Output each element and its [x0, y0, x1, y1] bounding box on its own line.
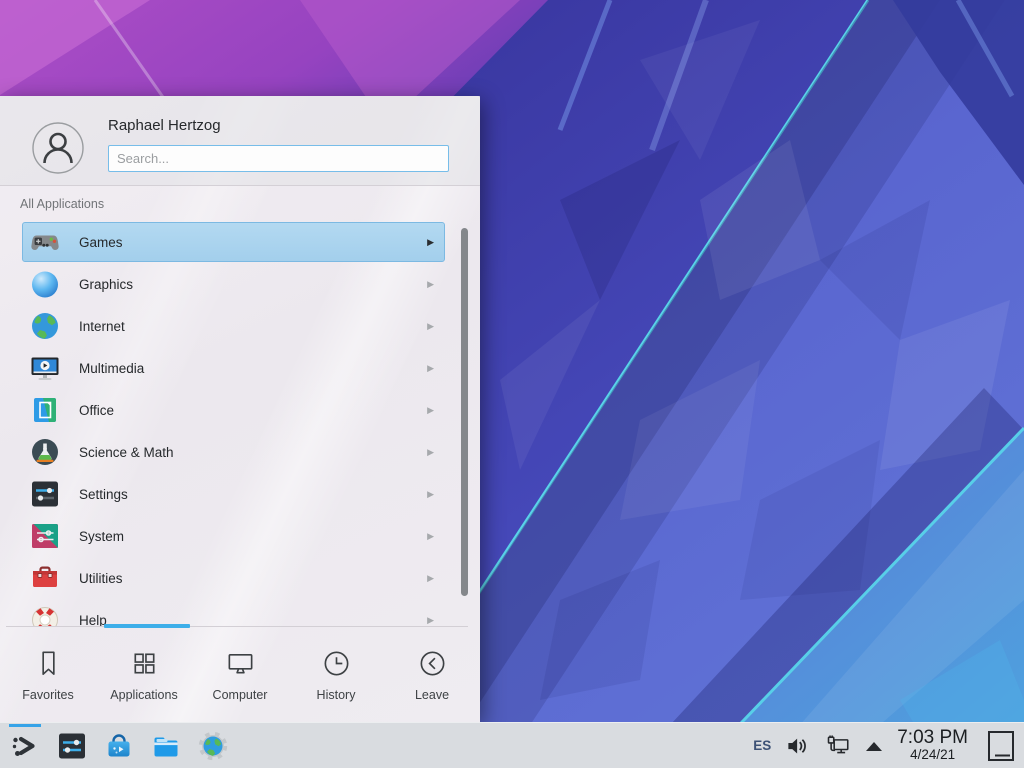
- show-desktop-icon: [986, 729, 1016, 763]
- system-tray: ES: [753, 723, 1016, 768]
- clock-time: 7:03 PM: [897, 728, 968, 749]
- category-utilities[interactable]: Utilities ▶: [22, 558, 445, 598]
- show-desktop-button[interactable]: [986, 729, 1016, 763]
- category-label: Science & Math: [79, 445, 174, 460]
- user-name: Raphael Hertzog: [108, 117, 221, 134]
- submenu-arrow-icon: ▶: [427, 279, 434, 290]
- settings-icon: [29, 478, 61, 510]
- launcher-header: Raphael Hertzog: [0, 96, 480, 186]
- clock-icon: [321, 648, 352, 679]
- category-label: System: [79, 529, 124, 544]
- graphics-icon: [29, 268, 61, 300]
- category-label: Games: [79, 235, 123, 250]
- tab-applications[interactable]: Applications: [96, 630, 192, 720]
- category-graphics[interactable]: Graphics ▶: [22, 264, 445, 304]
- submenu-arrow-icon: ▶: [427, 615, 434, 626]
- category-label: Utilities: [79, 571, 123, 586]
- category-label: Multimedia: [79, 361, 144, 376]
- system-settings-icon: [56, 730, 88, 762]
- multimedia-icon: [29, 352, 61, 384]
- taskbar-file-manager-button[interactable]: [149, 723, 183, 768]
- category-settings[interactable]: Settings ▶: [22, 474, 445, 514]
- discover-icon: [103, 730, 135, 762]
- keyboard-layout-indicator[interactable]: ES: [753, 738, 771, 753]
- tabbar-divider: [6, 626, 468, 627]
- tab-history[interactable]: History: [288, 630, 384, 720]
- category-label: Graphics: [79, 277, 133, 292]
- category-list: Games ▶ Graphics ▶: [22, 222, 445, 626]
- category-system[interactable]: System ▶: [22, 516, 445, 556]
- scrollbar-thumb[interactable]: [461, 228, 468, 596]
- submenu-arrow-icon: ▶: [427, 573, 434, 584]
- games-icon: [29, 226, 61, 258]
- taskbar-system-settings-button[interactable]: [55, 723, 89, 768]
- submenu-arrow-icon: ▶: [427, 405, 434, 416]
- category-label: Office: [79, 403, 114, 418]
- computer-icon: [225, 648, 256, 679]
- leave-icon: [417, 648, 448, 679]
- category-help[interactable]: Help ▶: [22, 600, 445, 626]
- desktop: Raphael Hertzog All Applications Games ▶: [0, 0, 1024, 768]
- category-office[interactable]: Office ▶: [22, 390, 445, 430]
- submenu-arrow-icon: ▶: [427, 237, 434, 248]
- volume-icon[interactable]: [784, 732, 812, 760]
- submenu-arrow-icon: ▶: [427, 363, 434, 374]
- internet-icon: [29, 310, 61, 342]
- application-launcher-popup: Raphael Hertzog All Applications Games ▶: [0, 96, 480, 722]
- bookmark-icon: [33, 648, 64, 679]
- network-icon[interactable]: [825, 732, 853, 760]
- taskbar-launcher-button[interactable]: [8, 723, 42, 768]
- grid-icon: [129, 648, 160, 679]
- user-avatar[interactable]: [32, 122, 84, 174]
- submenu-arrow-icon: ▶: [427, 531, 434, 542]
- submenu-arrow-icon: ▶: [427, 489, 434, 500]
- active-tab-indicator: [104, 624, 190, 628]
- system-icon: [29, 520, 61, 552]
- utilities-icon: [29, 562, 61, 594]
- category-science-math[interactable]: Science & Math ▶: [22, 432, 445, 472]
- launcher-tabbar: Favorites Applications Computer: [0, 630, 480, 720]
- category-label: Internet: [79, 319, 125, 334]
- expand-tray-icon[interactable]: [866, 742, 882, 751]
- submenu-arrow-icon: ▶: [427, 447, 434, 458]
- tab-leave[interactable]: Leave: [384, 630, 480, 720]
- clock-date: 4/24/21: [897, 748, 968, 763]
- category-label: Help: [79, 613, 107, 627]
- folder-icon: [150, 730, 182, 762]
- science-math-icon: [29, 436, 61, 468]
- category-multimedia[interactable]: Multimedia ▶: [22, 348, 445, 388]
- tab-computer[interactable]: Computer: [192, 630, 288, 720]
- clock[interactable]: 7:03 PM 4/24/21: [897, 728, 968, 763]
- kde-launcher-icon: [9, 730, 41, 762]
- section-label: All Applications: [20, 197, 104, 211]
- taskbar-app-icons: [8, 723, 230, 768]
- taskbar-web-browser-button[interactable]: [196, 723, 230, 768]
- taskbar: ES: [0, 722, 1024, 768]
- category-internet[interactable]: Internet ▶: [22, 306, 445, 346]
- category-games[interactable]: Games ▶: [22, 222, 445, 262]
- web-browser-icon: [197, 730, 229, 762]
- taskbar-discover-button[interactable]: [102, 723, 136, 768]
- office-icon: [29, 394, 61, 426]
- category-label: Settings: [79, 487, 128, 502]
- submenu-arrow-icon: ▶: [427, 321, 434, 332]
- tab-favorites[interactable]: Favorites: [0, 630, 96, 720]
- search-input[interactable]: [108, 145, 449, 172]
- help-icon: [29, 604, 61, 626]
